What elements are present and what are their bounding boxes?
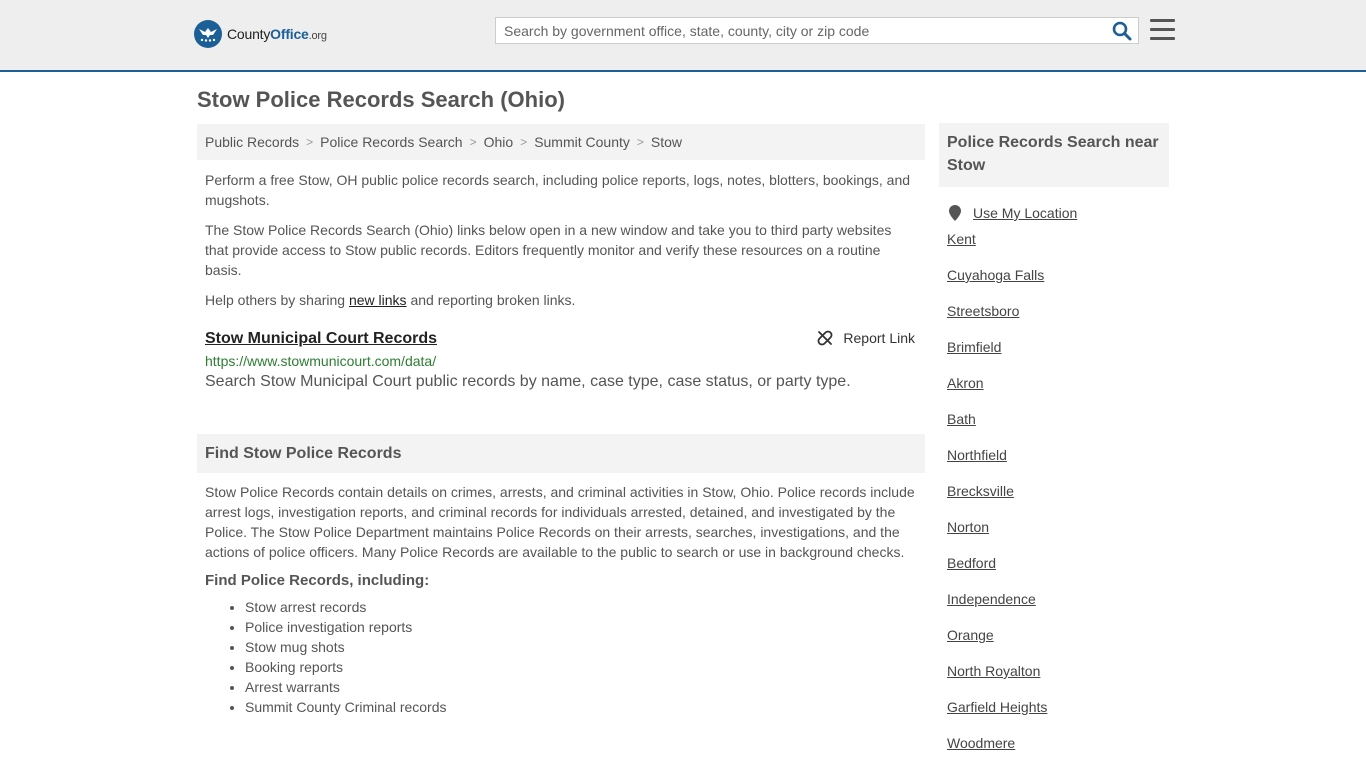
search-input[interactable]: [496, 18, 1104, 43]
city-link-akron[interactable]: Akron: [947, 375, 984, 391]
sidebar: Police Records Search near Stow Use My L…: [939, 123, 1169, 761]
list-item: Woodmere: [947, 725, 1169, 761]
record-description: Search Stow Municipal Court public recor…: [205, 373, 851, 390]
logo-text: CountyOffice.org: [227, 26, 327, 42]
list-item: Summit County Criminal records: [245, 697, 925, 717]
city-link-bath[interactable]: Bath: [947, 411, 976, 427]
list-item: Akron: [947, 365, 1169, 401]
list-item: Northfield: [947, 437, 1169, 473]
breadcrumb-ohio[interactable]: Ohio: [484, 134, 514, 150]
city-link-north-royalton[interactable]: North Royalton: [947, 663, 1040, 679]
breadcrumb-police-records-search[interactable]: Police Records Search: [320, 134, 462, 150]
find-records-heading: Find Stow Police Records: [197, 434, 925, 473]
record-card: Stow Municipal Court Records Report Link…: [197, 330, 925, 391]
chevron-right-icon: >: [306, 135, 314, 149]
use-location: Use My Location: [939, 205, 1169, 221]
city-link-brecksville[interactable]: Brecksville: [947, 483, 1014, 499]
sidebar-heading: Police Records Search near Stow: [939, 123, 1169, 187]
breadcrumb-summit-county[interactable]: Summit County: [534, 134, 630, 150]
city-link-orange[interactable]: Orange: [947, 627, 994, 643]
site-logo[interactable]: CountyOffice.org: [194, 20, 327, 48]
breadcrumb-stow[interactable]: Stow: [651, 134, 682, 150]
site-header: CountyOffice.org: [0, 0, 1366, 72]
share-paragraph: Help others by sharing new links and rep…: [205, 292, 576, 308]
use-my-location-link[interactable]: Use My Location: [973, 205, 1077, 221]
chevron-right-icon: >: [469, 135, 477, 149]
city-link-streetsboro[interactable]: Streetsboro: [947, 303, 1019, 319]
list-item: Bath: [947, 401, 1169, 437]
list-item: North Royalton: [947, 653, 1169, 689]
breadcrumb: Public Records > Police Records Search >…: [197, 124, 925, 160]
list-item: Brimfield: [947, 329, 1169, 365]
intro-paragraph: Perform a free Stow, OH public police re…: [205, 172, 911, 208]
records-list: Stow arrest records Police investigation…: [197, 597, 925, 717]
search-icon[interactable]: [1112, 21, 1132, 41]
list-item: Stow mug shots: [245, 637, 925, 657]
chevron-right-icon: >: [520, 135, 528, 149]
find-records-subheading: Find Police Records, including:: [205, 572, 430, 589]
record-title-link[interactable]: Stow Municipal Court Records: [205, 330, 437, 347]
map-pin-icon: [949, 205, 961, 221]
list-item: Kent: [947, 221, 1169, 257]
chevron-right-icon: >: [636, 135, 644, 149]
city-link-northfield[interactable]: Northfield: [947, 447, 1007, 463]
list-item: Streetsboro: [947, 293, 1169, 329]
list-item: Independence: [947, 581, 1169, 617]
new-links-link[interactable]: new links: [349, 292, 407, 308]
page-title: Stow Police Records Search (Ohio): [197, 87, 565, 112]
record-url: https://www.stowmunicourt.com/data/: [205, 353, 437, 369]
city-link-woodmere[interactable]: Woodmere: [947, 735, 1015, 751]
search-box: [495, 17, 1139, 44]
city-link-brimfield[interactable]: Brimfield: [947, 339, 1001, 355]
broken-link-icon: [817, 330, 833, 346]
list-item: Arrest warrants: [245, 677, 925, 697]
breadcrumb-public-records[interactable]: Public Records: [205, 134, 299, 150]
list-item: Orange: [947, 617, 1169, 653]
city-link-bedford[interactable]: Bedford: [947, 555, 996, 571]
main-content: Public Records > Police Records Search >…: [197, 124, 925, 717]
list-item: Bedford: [947, 545, 1169, 581]
city-link-independence[interactable]: Independence: [947, 591, 1036, 607]
nearby-cities-list: Kent Cuyahoga Falls Streetsboro Brimfiel…: [939, 221, 1169, 761]
list-item: Cuyahoga Falls: [947, 257, 1169, 293]
eagle-icon: [194, 20, 222, 48]
list-item: Booking reports: [245, 657, 925, 677]
list-item: Garfield Heights: [947, 689, 1169, 725]
city-link-garfield-heights[interactable]: Garfield Heights: [947, 699, 1047, 715]
city-link-norton[interactable]: Norton: [947, 519, 989, 535]
city-link-cuyahoga-falls[interactable]: Cuyahoga Falls: [947, 267, 1044, 283]
report-link-button[interactable]: Report Link: [817, 330, 915, 346]
list-item: Norton: [947, 509, 1169, 545]
hamburger-menu-icon[interactable]: [1150, 19, 1175, 41]
disclaimer-paragraph: The Stow Police Records Search (Ohio) li…: [205, 222, 892, 278]
list-item: Brecksville: [947, 473, 1169, 509]
city-link-kent[interactable]: Kent: [947, 231, 976, 247]
list-item: Stow arrest records: [245, 597, 925, 617]
list-item: Police investigation reports: [245, 617, 925, 637]
find-records-paragraph: Stow Police Records contain details on c…: [205, 484, 915, 560]
